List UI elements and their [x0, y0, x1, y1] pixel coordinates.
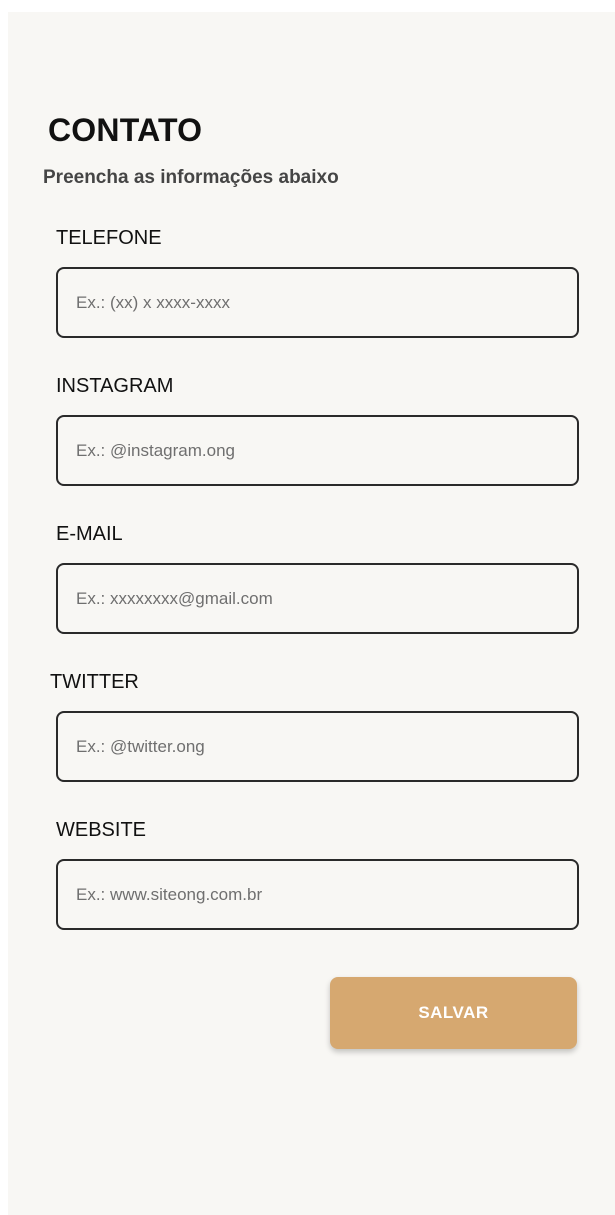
- save-button[interactable]: SALVAR: [330, 977, 577, 1049]
- instagram-input[interactable]: [56, 415, 579, 486]
- page-title: CONTATO: [48, 112, 203, 148]
- twitter-input[interactable]: [56, 711, 579, 782]
- phone-label: TELEFONE: [56, 227, 162, 249]
- website-input[interactable]: [56, 859, 579, 930]
- page-subtitle: Preencha as informações abaixo: [43, 167, 339, 188]
- website-label: WEBSITE: [56, 819, 147, 841]
- email-input[interactable]: [56, 563, 579, 634]
- twitter-label: TWITTER: [50, 671, 139, 693]
- instagram-label: INSTAGRAM: [56, 375, 174, 397]
- phone-input[interactable]: [56, 267, 579, 338]
- email-label: E-MAIL: [56, 523, 123, 545]
